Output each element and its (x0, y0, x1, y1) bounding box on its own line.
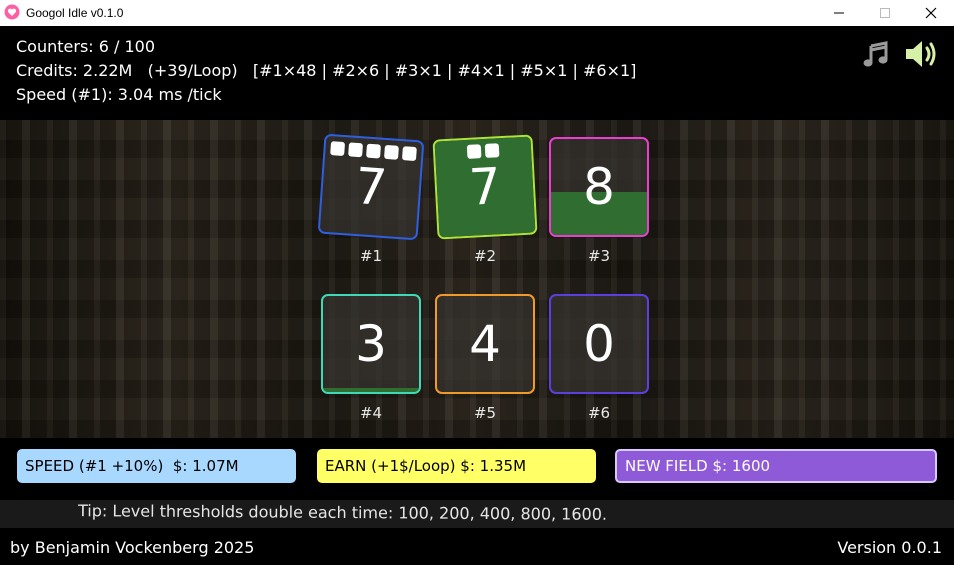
counter-label: #3 (587, 247, 611, 265)
counter-digit: 3 (355, 315, 387, 373)
counter-label: #2 (473, 247, 497, 265)
counter-digit: 4 (469, 315, 501, 373)
counter-tile[interactable]: 3 (321, 294, 421, 394)
minimize-icon (834, 12, 844, 14)
counter-tile[interactable]: 4 (435, 294, 535, 394)
counter-tile[interactable]: 0 (549, 294, 649, 394)
counter-label: #5 (473, 404, 497, 422)
music-note-icon[interactable] (862, 40, 890, 68)
upgrade-bar: SPEED (#1 +10%) $: 1.07M EARN (+1$/Loop)… (0, 438, 954, 500)
author-credit: by Benjamin Vockenberg 2025 (10, 538, 255, 557)
window-title: Googol Idle v0.1.0 (26, 6, 124, 20)
new-field-button[interactable]: NEW FIELD $: 1600 (615, 449, 937, 483)
maximize-button[interactable] (862, 0, 908, 26)
counter-field: 7 #1 7 #2 8 #3 3 #4 4 #5 0 #6 (0, 120, 954, 438)
speed-stat: Speed (#1): 3.04 ms /tick (16, 85, 222, 104)
heart-app-icon (4, 4, 20, 20)
window-titlebar: Googol Idle v0.1.0 (0, 0, 954, 26)
counter-tile[interactable]: 8 (549, 137, 649, 237)
counters-stat: Counters: 6 / 100 (16, 37, 156, 56)
version-label: Version 0.0.1 (837, 538, 942, 557)
credits-stat: Credits: 2.22M (+39/Loop) [#1×48 | #2×6 … (16, 61, 637, 80)
counter-digit: 8 (583, 158, 615, 216)
speaker-volume-icon[interactable] (904, 38, 938, 70)
counter-label: #1 (359, 247, 383, 265)
counter-tile[interactable]: 7 (432, 134, 538, 240)
footer: by Benjamin Vockenberg 2025 Version 0.0.… (0, 528, 954, 565)
counter-label: #4 (359, 404, 383, 422)
stats-header: Counters: 6 / 100 Credits: 2.22M (+39/Lo… (0, 26, 954, 120)
counter-digit: 7 (467, 157, 503, 217)
minimize-button[interactable] (816, 0, 862, 26)
speed-upgrade-button[interactable]: SPEED (#1 +10%) $: 1.07M (17, 449, 296, 483)
counter-digit: 0 (583, 315, 615, 373)
close-button[interactable] (908, 0, 954, 26)
earn-upgrade-button[interactable]: EARN (+1$/Loop) $: 1.35M (317, 449, 596, 483)
counter-label: #6 (587, 404, 611, 422)
close-icon (925, 7, 937, 19)
counter-digit: 7 (353, 156, 389, 218)
tip-bar: Tip: Level thresholds double each time: … (0, 500, 954, 528)
counter-tile[interactable]: 7 (317, 133, 425, 241)
tip-text: Tip: Level thresholds double each time: … (77, 501, 608, 524)
maximize-icon (880, 8, 890, 18)
